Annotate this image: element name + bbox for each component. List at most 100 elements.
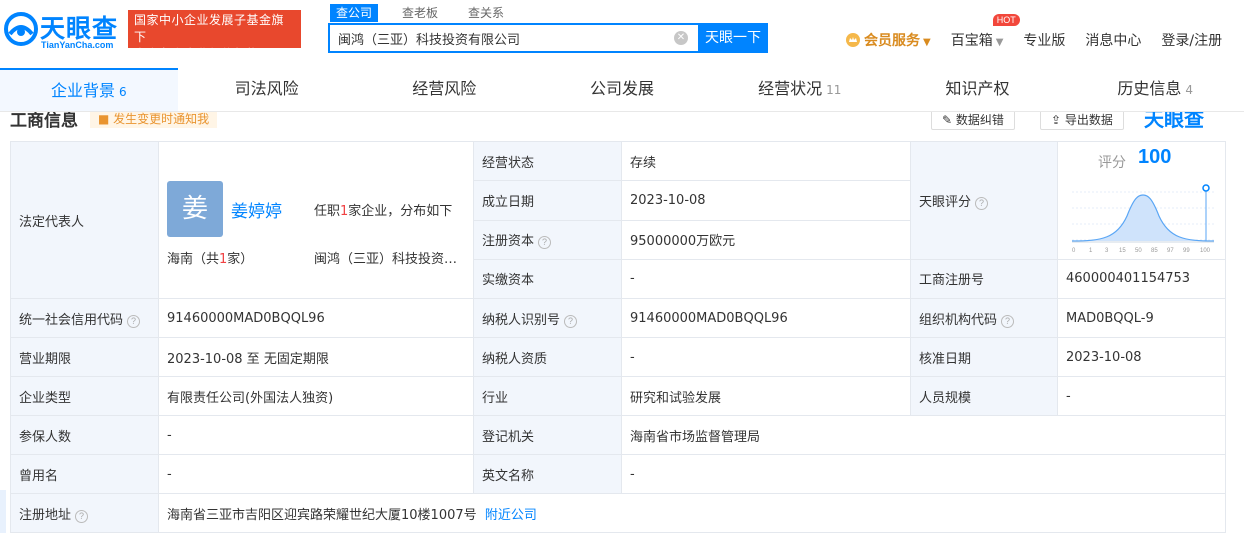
authority-value: 海南省市场监督管理局	[621, 415, 1226, 455]
edit-icon: ✎	[942, 113, 956, 127]
staff-size-value: -	[1057, 376, 1226, 416]
search-input[interactable]	[330, 25, 660, 51]
table-row: 统一社会信用代码? 91460000MAD0BQQL96 纳税人识别号? 914…	[10, 298, 1226, 338]
tab-count: 4	[1185, 83, 1193, 97]
english-name-value: -	[621, 454, 1226, 494]
legal-rep-company-link[interactable]: 闽鸿（三亚）科技投资有限公司	[314, 248, 462, 267]
search-tab-boss[interactable]: 查老板	[396, 4, 444, 22]
search-tab-company[interactable]: 查公司	[330, 4, 379, 22]
vip-service-label: 会员服务	[864, 33, 920, 49]
industry-value: 研究和试验发展	[621, 376, 911, 416]
industry-label: 行业	[473, 376, 622, 416]
vip-service-menu[interactable]: 会员服务 ▼	[846, 30, 931, 50]
table-row: 法定代表人 姜 姜婷婷 任职1家企业，分布如下 海南（共1家） 闽鸿（三亚）科技…	[10, 140, 1226, 299]
search-button[interactable]: 天眼一下	[698, 23, 768, 53]
promo-banner[interactable]: 国家中小企业发展子基金旗下 官方备案企业征信机构	[128, 10, 301, 61]
nearby-companies-link[interactable]: 附近公司	[485, 508, 537, 523]
company-type-value: 有限责任公司(外国法人独资)	[158, 376, 474, 416]
score-axis-tick: 1	[1089, 248, 1093, 254]
status-label: 经营状态	[473, 140, 622, 182]
clear-icon[interactable]: ✕	[674, 31, 688, 45]
approve-date-value: 2023-10-08	[1057, 337, 1226, 377]
watermark-logo: 天眼查	[1144, 112, 1204, 131]
crown-icon	[846, 33, 860, 47]
table-row: 注册地址? 海南省三亚市吉阳区迎宾路荣耀世纪大厦10楼1007号 附近公司	[10, 493, 1226, 533]
score-cell[interactable]: 评分 100 0 1 3 15 50 85 97 99 100	[1057, 141, 1226, 260]
change-notify-button[interactable]: ■ 发生变更时通知我	[90, 112, 218, 128]
found-date-label: 成立日期	[473, 180, 622, 221]
avatar[interactable]: 姜	[167, 181, 223, 237]
tab-label: 企业背景	[51, 81, 116, 100]
tab-company-background[interactable]: 企业背景 6	[0, 68, 178, 111]
legal-rep-region[interactable]: 海南（共1家）	[167, 248, 253, 267]
score-axis-tick: 97	[1167, 248, 1174, 254]
legal-rep-name[interactable]: 姜婷婷	[231, 197, 282, 222]
score-distribution-chart: 0 1 3 15 50 85 97 99 100	[1072, 184, 1214, 254]
score-axis-tick: 99	[1183, 248, 1190, 254]
score-label-cell: 天眼评分?	[910, 141, 1058, 260]
tianyancha-logo[interactable]: 天眼查 TianYanCha.com	[4, 8, 120, 52]
address-cell: 海南省三亚市吉阳区迎宾路荣耀世纪大厦10楼1007号 附近公司	[158, 493, 1226, 533]
tab-company-development[interactable]: 公司发展	[533, 68, 711, 111]
help-icon[interactable]: ?	[564, 314, 578, 328]
status-value: 存续	[621, 140, 911, 182]
found-date-value: 2023-10-08	[621, 180, 911, 221]
score-axis-tick: 0	[1072, 248, 1076, 254]
insured-value: -	[158, 415, 474, 455]
search-type-tabs: 查公司 查老板 查关系	[330, 4, 528, 22]
tab-operating-risk[interactable]: 经营风险	[355, 68, 533, 111]
tax-id-value: 91460000MAD0BQQL96	[621, 298, 911, 338]
search-tab-relation[interactable]: 查关系	[462, 4, 510, 22]
table-row: 参保人数 - 登记机关 海南省市场监督管理局	[10, 415, 1226, 455]
score-value: 100	[1138, 146, 1172, 168]
data-correction-label: 数据纠错	[955, 113, 1004, 127]
help-icon[interactable]: ?	[1001, 314, 1015, 328]
side-float-tab[interactable]	[0, 490, 6, 533]
pro-version-link[interactable]: 专业版	[1023, 30, 1065, 50]
help-icon[interactable]: ?	[538, 236, 552, 250]
tab-label: 公司发展	[590, 79, 655, 98]
paid-capital-value: -	[621, 258, 911, 300]
score-marker	[1202, 184, 1210, 192]
address-value: 海南省三亚市吉阳区迎宾路荣耀世纪大厦10楼1007号	[167, 507, 477, 523]
top-header: 天眼查 TianYanCha.com 国家中小企业发展子基金旗下 官方备案企业征…	[0, 0, 1244, 68]
taxpayer-qual-label: 纳税人资质	[473, 337, 622, 377]
legal-rep-job-summary: 任职1家企业，分布如下	[314, 204, 453, 219]
login-register-link[interactable]: 登录/注册	[1161, 30, 1222, 50]
export-data-button[interactable]: ⇪ 导出数据	[1040, 112, 1124, 130]
tab-label: 司法风险	[234, 79, 299, 98]
message-center-link[interactable]: 消息中心	[1085, 30, 1141, 50]
hot-badge: HOT	[992, 14, 1020, 26]
export-data-label: 导出数据	[1064, 113, 1113, 127]
table-row: 营业期限 2023-10-08 至 无固定期限 纳税人资质 - 核准日期 202…	[10, 337, 1226, 377]
logo-domain: TianYanCha.com	[41, 40, 114, 50]
staff-size-label: 人员规模	[910, 376, 1058, 416]
tab-label: 历史信息	[1117, 79, 1182, 98]
former-name-label: 曾用名	[10, 454, 159, 494]
tab-history[interactable]: 历史信息 4	[1066, 68, 1244, 111]
top-nav: 会员服务 ▼ 百宝箱 ▼ HOT 专业版 消息中心 登录/注册	[846, 14, 1242, 50]
tab-label: 经营风险	[412, 79, 477, 98]
score-axis-tick: 85	[1151, 248, 1158, 254]
logo-eye-icon	[4, 12, 38, 46]
toolbox-menu[interactable]: 百宝箱 ▼ HOT	[951, 14, 1020, 50]
data-correction-button[interactable]: ✎ 数据纠错	[931, 112, 1015, 130]
score-axis-tick: 50	[1135, 248, 1142, 254]
credit-code-label-cell: 统一社会信用代码?	[10, 298, 159, 338]
tab-legal-risk[interactable]: 司法风险	[178, 68, 356, 111]
company-type-label: 企业类型	[10, 376, 159, 416]
taxpayer-qual-value: -	[621, 337, 911, 377]
help-icon[interactable]: ?	[975, 196, 989, 210]
legal-rep-label: 法定代表人	[10, 141, 159, 299]
tab-label: 经营状况	[758, 79, 823, 98]
tax-id-label-cell: 纳税人识别号?	[473, 298, 622, 338]
section-title: 工商信息	[10, 112, 78, 131]
tab-operating-status[interactable]: 经营状况 11	[711, 68, 889, 111]
help-icon[interactable]: ?	[127, 314, 141, 328]
tab-label: 知识产权	[945, 79, 1010, 98]
english-name-label: 英文名称	[473, 454, 622, 494]
help-icon[interactable]: ?	[75, 509, 89, 523]
insured-label: 参保人数	[10, 415, 159, 455]
promo-line-1: 国家中小企业发展子基金旗下	[134, 13, 285, 44]
tab-intellectual-property[interactable]: 知识产权	[889, 68, 1067, 111]
